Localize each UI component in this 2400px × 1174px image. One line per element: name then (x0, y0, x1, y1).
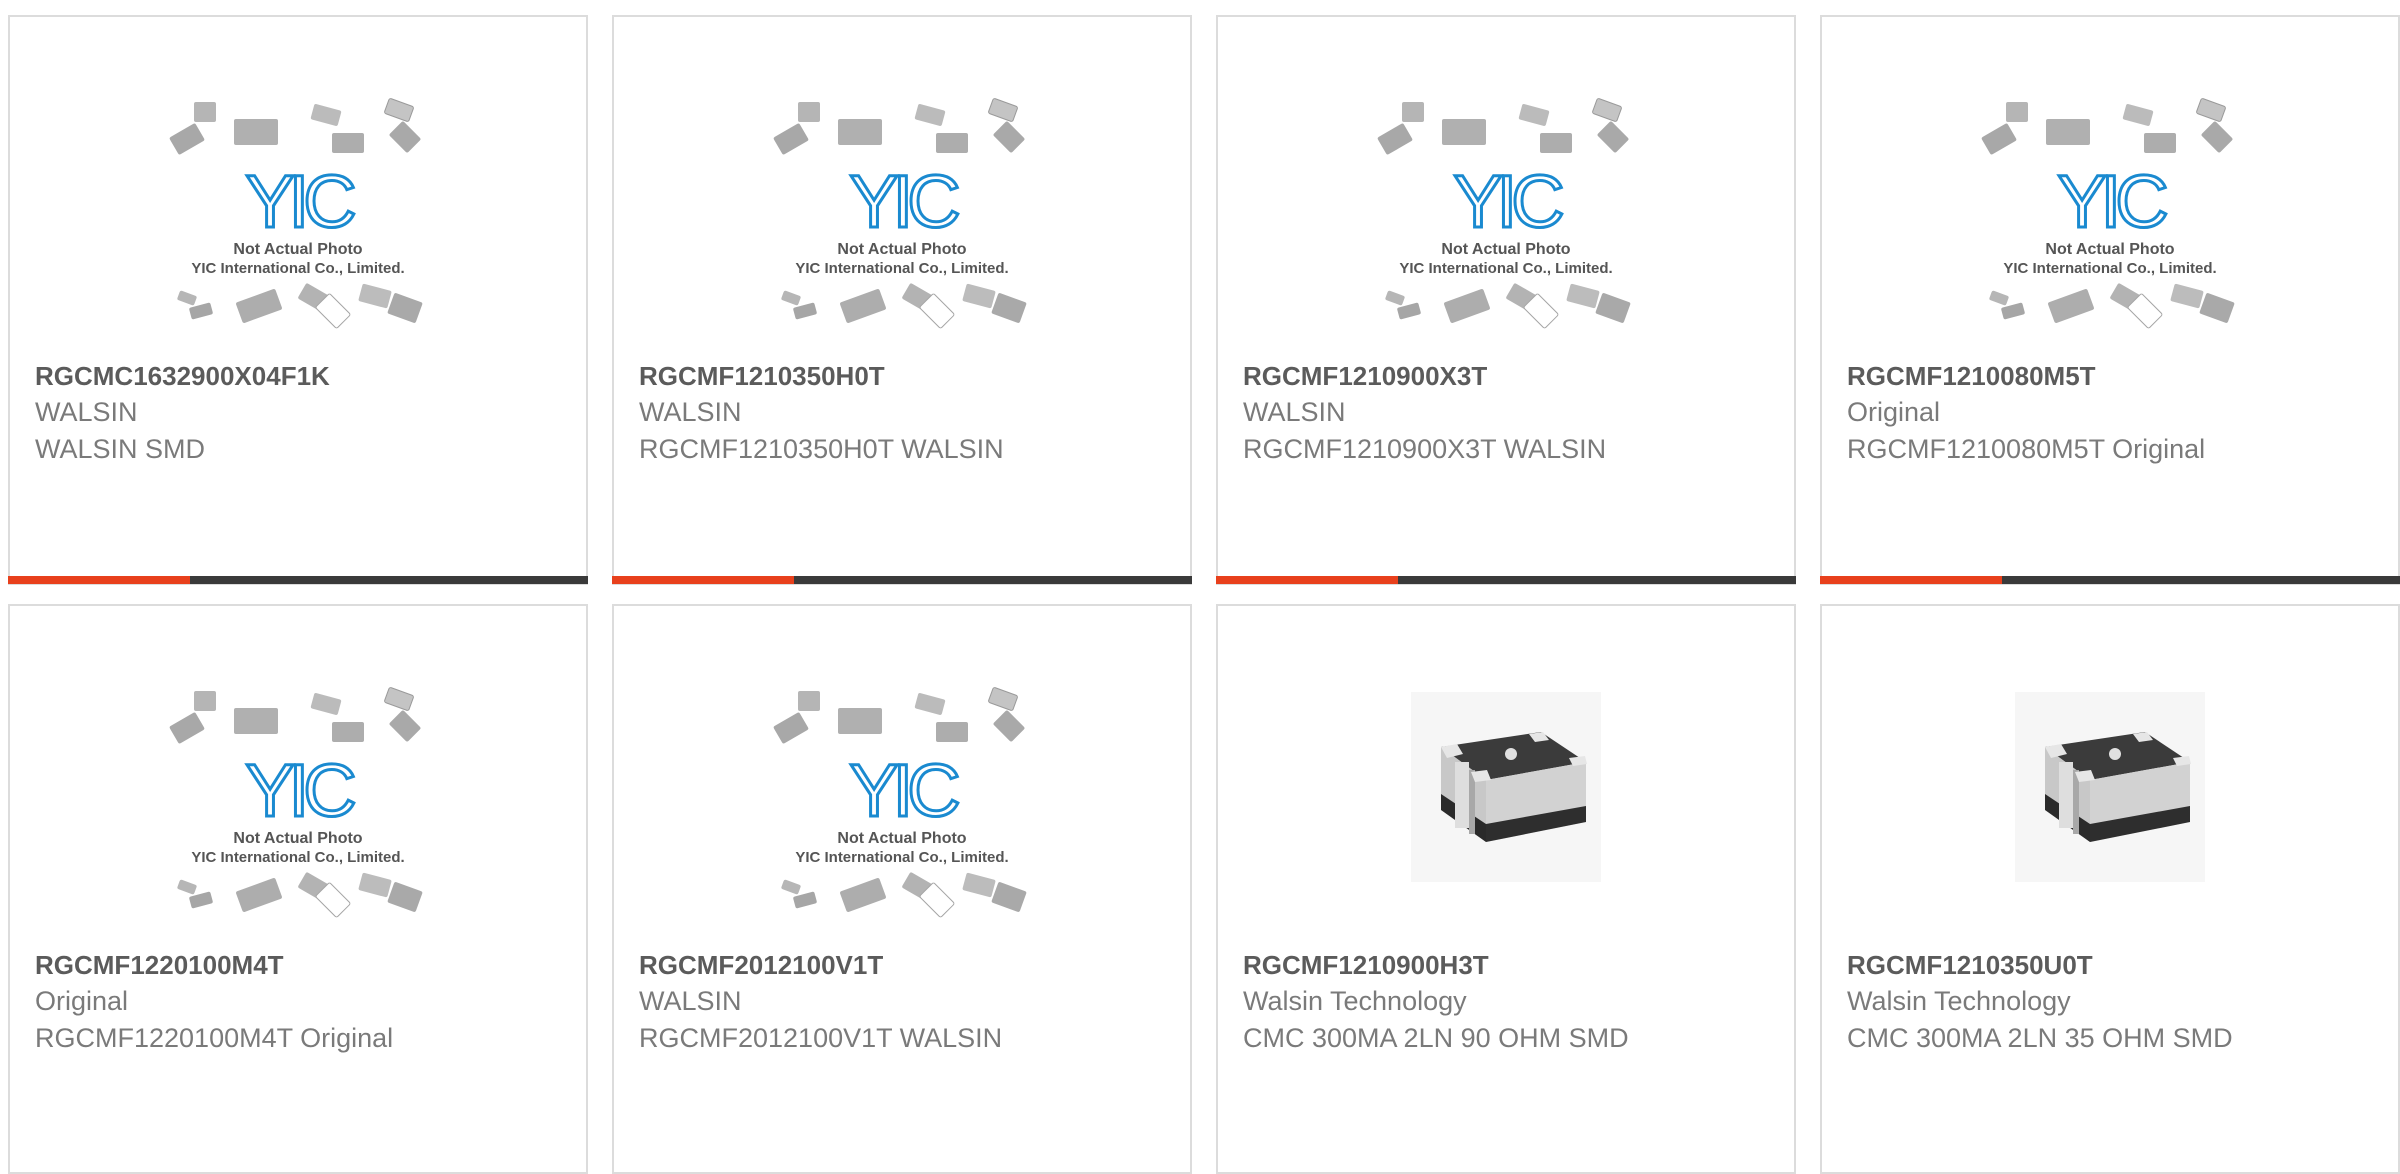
not-actual-photo-placeholder: YICNot Actual Photo YIC International Co.… (1981, 98, 2235, 329)
placeholder-caption-line2: YIC International Co., Limited. (191, 849, 404, 866)
part-number-link[interactable]: RGCMF1210350H0T (639, 358, 1170, 394)
description-label: CMC 300MA 2LN 35 OHM SMD (1847, 1023, 2233, 1053)
part-number-link[interactable]: RGCMF1210350U0T (1847, 947, 2378, 983)
manufacturer-label: Walsin Technology (1243, 986, 1467, 1016)
product-card[interactable]: YIC Not Actual Photo YIC International Co.… (8, 15, 588, 585)
manufacturer-label: Original (35, 986, 129, 1016)
smd-component-photo (2015, 692, 2205, 882)
product-image[interactable]: YIC Not Actual Photo YIC International Co.… (614, 97, 1190, 367)
not-actual-photo-placeholder: YICNot Actual Photo YIC International Co.… (169, 687, 423, 918)
description-label: RGCMF1210350H0T WALSIN (639, 434, 1004, 464)
manufacturer-label: WALSIN (35, 397, 138, 427)
placeholder-caption-line1: Not Actual Photo (2045, 241, 2174, 258)
product-card[interactable]: RGCMF1210350U0T Walsin Technology CMC 30… (1820, 604, 2400, 1174)
card-hover-bar (1216, 576, 1796, 584)
description-label: CMC 300MA 2LN 90 OHM SMD (1243, 1023, 1629, 1053)
card-bar-accent (1820, 576, 2002, 584)
yic-logo: YIC (1453, 160, 1562, 243)
description-label: RGCMF1210080M5T Original (1847, 434, 2206, 464)
product-info: RGCMF1220100M4T Original RGCMF1220100M4T… (35, 947, 566, 1057)
card-hover-bar (612, 576, 1192, 584)
product-card[interactable]: YIC Not Actual Photo YIC International Co.… (612, 15, 1192, 585)
placeholder-caption-line2: YIC International Co., Limited. (1399, 260, 1612, 277)
manufacturer-label: WALSIN (639, 397, 742, 427)
not-actual-photo-placeholder: YICNot Actual Photo YIC International Co.… (169, 98, 423, 329)
product-info: RGCMC1632900X04F1K WALSIN WALSIN SMD (35, 358, 566, 468)
placeholder-caption-line2: YIC International Co., Limited. (795, 849, 1008, 866)
part-number-link[interactable]: RGCMC1632900X04F1K (35, 358, 566, 394)
product-info: RGCMF1210900X3T WALSIN RGCMF1210900X3T W… (1243, 358, 1774, 468)
product-info: RGCMF1210900H3T Walsin Technology CMC 30… (1243, 947, 1774, 1057)
part-number-link[interactable]: RGCMF1210080M5T (1847, 358, 2378, 394)
product-info: RGCMF2012100V1T WALSIN RGCMF2012100V1T W… (639, 947, 1170, 1057)
product-image[interactable]: YIC Not Actual Photo YIC International Co.… (1822, 97, 2398, 367)
yic-logo: YIC (2057, 160, 2166, 243)
product-info: RGCMF1210350U0T Walsin Technology CMC 30… (1847, 947, 2378, 1057)
placeholder-caption-line2: YIC International Co., Limited. (795, 260, 1008, 277)
not-actual-photo-placeholder: YICNot Actual Photo YIC International Co.… (1377, 98, 1631, 329)
part-number-link[interactable]: RGCMF1210900X3T (1243, 358, 1774, 394)
product-card[interactable]: YIC Not Actual Photo YIC International Co.… (1216, 15, 1796, 585)
description-label: RGCMF1220100M4T Original (35, 1023, 394, 1053)
description-label: RGCMF2012100V1T WALSIN (639, 1023, 1003, 1053)
description-label: WALSIN SMD (35, 434, 206, 464)
yic-logo: YIC (245, 160, 354, 243)
card-hover-bar (1820, 576, 2400, 584)
product-info: RGCMF1210350H0T WALSIN RGCMF1210350H0T W… (639, 358, 1170, 468)
card-bar-accent (1216, 576, 1398, 584)
placeholder-caption-line1: Not Actual Photo (837, 830, 966, 847)
product-image[interactable]: YIC Not Actual Photo YIC International Co.… (10, 97, 586, 367)
not-actual-photo-placeholder: YICNot Actual Photo YIC International Co.… (773, 687, 1027, 918)
product-image[interactable]: YIC Not Actual Photo YIC International Co.… (10, 686, 586, 956)
part-number-link[interactable]: RGCMF1220100M4T (35, 947, 566, 983)
manufacturer-label: WALSIN (1243, 397, 1346, 427)
part-number-link[interactable]: RGCMF2012100V1T (639, 947, 1170, 983)
not-actual-photo-placeholder: YICNot Actual Photo YIC International Co.… (773, 98, 1027, 329)
placeholder-caption-line1: Not Actual Photo (233, 830, 362, 847)
product-image[interactable] (1822, 686, 2398, 956)
description-label: RGCMF1210900X3T WALSIN (1243, 434, 1607, 464)
placeholder-caption-line2: YIC International Co., Limited. (2003, 260, 2216, 277)
product-card[interactable]: RGCMF1210900H3T Walsin Technology CMC 30… (1216, 604, 1796, 1174)
placeholder-caption-line1: Not Actual Photo (233, 241, 362, 258)
yic-logo: YIC (849, 160, 958, 243)
product-card[interactable]: YIC Not Actual Photo YIC International Co.… (612, 604, 1192, 1174)
yic-logo: YIC (849, 749, 958, 832)
product-image[interactable] (1218, 686, 1794, 956)
placeholder-caption-line1: Not Actual Photo (837, 241, 966, 258)
placeholder-caption-line2: YIC International Co., Limited. (191, 260, 404, 277)
product-image[interactable]: YIC Not Actual Photo YIC International Co.… (614, 686, 1190, 956)
product-card[interactable]: YIC Not Actual Photo YIC International Co.… (1820, 15, 2400, 585)
part-number-link[interactable]: RGCMF1210900H3T (1243, 947, 1774, 983)
product-card[interactable]: YIC Not Actual Photo YIC International Co.… (8, 604, 588, 1174)
smd-component-photo (1411, 692, 1601, 882)
product-image[interactable]: YIC Not Actual Photo YIC International Co.… (1218, 97, 1794, 367)
placeholder-caption-line1: Not Actual Photo (1441, 241, 1570, 258)
card-bar-accent (8, 576, 190, 584)
product-info: RGCMF1210080M5T Original RGCMF1210080M5T… (1847, 358, 2378, 468)
card-bar-accent (612, 576, 794, 584)
card-hover-bar (8, 576, 588, 584)
yic-logo: YIC (245, 749, 354, 832)
manufacturer-label: Original (1847, 397, 1941, 427)
manufacturer-label: Walsin Technology (1847, 986, 2071, 1016)
manufacturer-label: WALSIN (639, 986, 742, 1016)
